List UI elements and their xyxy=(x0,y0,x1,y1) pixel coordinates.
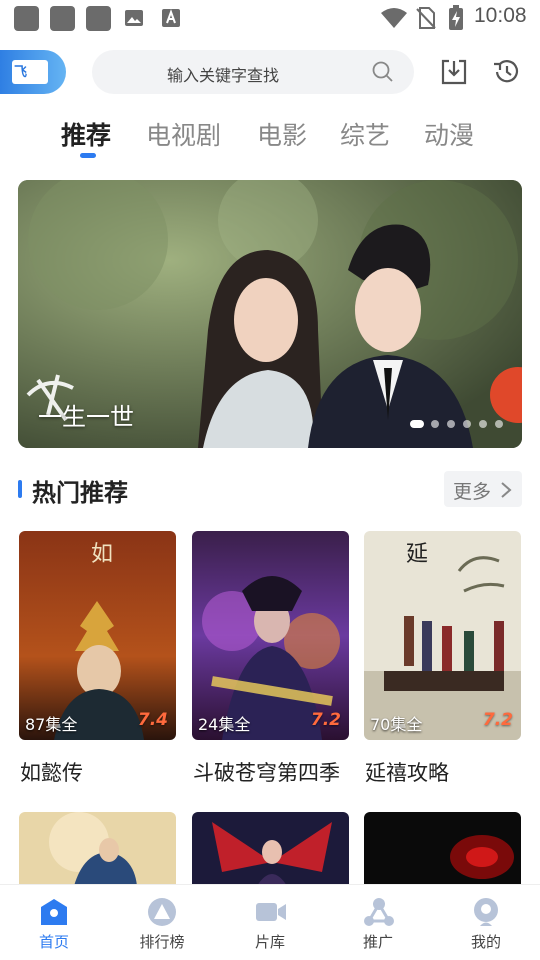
nav-home[interactable]: 首页 xyxy=(0,885,108,960)
logo-badge: 飞 xyxy=(12,60,48,84)
poster-image[interactable] xyxy=(19,812,176,886)
poster-image[interactable] xyxy=(192,812,349,886)
carousel-dot[interactable] xyxy=(410,420,424,428)
video-title: 延禧攻略 xyxy=(365,761,449,785)
rating-score: 7.4 xyxy=(137,710,168,730)
history-icon[interactable] xyxy=(491,58,521,86)
no-sim-icon xyxy=(416,7,436,29)
clock: 10:08 xyxy=(474,4,527,27)
nav-label: 首页 xyxy=(38,933,69,951)
episode-count: 87集全 xyxy=(25,715,78,734)
category-tabs: 推荐 电视剧 电影 综艺 动漫 xyxy=(0,116,540,160)
nav-label: 我的 xyxy=(470,933,501,951)
tab-recommend[interactable]: 推荐 xyxy=(61,116,111,152)
active-tab-indicator xyxy=(80,153,96,158)
svg-text:延: 延 xyxy=(406,542,428,567)
tab-variety[interactable]: 综艺 xyxy=(340,116,390,152)
banner-title: 一生一世 xyxy=(38,403,134,431)
nav-label: 片库 xyxy=(254,933,285,951)
section-title: 热门推荐 xyxy=(32,479,128,507)
tab-anime[interactable]: 动漫 xyxy=(424,116,474,152)
nav-profile[interactable]: 我的 xyxy=(432,885,540,960)
svg-text:如: 如 xyxy=(91,542,113,567)
notification-square-icon xyxy=(14,6,39,31)
carousel-dot[interactable] xyxy=(479,420,487,428)
poster-image: 延 xyxy=(364,531,521,740)
download-icon[interactable] xyxy=(440,58,468,86)
wifi-icon xyxy=(381,8,407,28)
carousel-dot[interactable] xyxy=(447,420,455,428)
episode-count: 70集全 xyxy=(370,715,423,734)
notification-square-icon xyxy=(50,6,75,31)
home-icon xyxy=(41,899,67,925)
nav-ranking[interactable]: 排行榜 xyxy=(108,885,216,960)
app-logo[interactable]: 飞 xyxy=(0,50,66,94)
tab-tv-series[interactable]: 电视剧 xyxy=(146,116,221,152)
profile-icon xyxy=(474,898,498,926)
share-icon xyxy=(364,898,394,926)
ranking-icon xyxy=(148,898,176,926)
video-title: 斗破苍穹第四季 xyxy=(193,761,340,785)
section-accent-bar xyxy=(18,480,22,498)
notification-square-icon xyxy=(86,6,111,31)
episode-count: 24集全 xyxy=(198,715,251,734)
search-placeholder: 输入关键字查找 xyxy=(167,66,280,85)
rating-score: 7.2 xyxy=(482,710,513,730)
nav-library[interactable]: 片库 xyxy=(216,885,324,960)
poster-image: 如 xyxy=(19,531,176,740)
nav-label: 排行榜 xyxy=(139,933,185,951)
more-label: 更多 xyxy=(453,481,492,503)
image-icon xyxy=(125,10,143,26)
tab-movies[interactable]: 电影 xyxy=(257,116,307,152)
video-title: 如懿传 xyxy=(20,761,83,785)
search-bar[interactable]: 输入关键字查找 xyxy=(92,50,414,94)
poster-image[interactable] xyxy=(364,812,521,886)
font-a-icon xyxy=(162,9,180,27)
more-button[interactable]: 更多 xyxy=(444,471,522,507)
nav-promote[interactable]: 推广 xyxy=(324,885,432,960)
bottom-navigation: 首页 排行榜 片库 推广 我的 xyxy=(0,884,540,960)
status-bar: 10:08 xyxy=(0,0,540,36)
carousel-dot[interactable] xyxy=(431,420,439,428)
video-camera-icon xyxy=(256,903,286,921)
poster-image xyxy=(192,531,349,740)
rating-score: 7.2 xyxy=(310,710,341,730)
carousel-dot[interactable] xyxy=(495,420,503,428)
battery-charging-icon xyxy=(449,5,463,30)
logo-text: 飞 xyxy=(14,65,28,80)
chevron-right-icon xyxy=(501,482,512,498)
nav-label: 推广 xyxy=(362,933,393,951)
carousel-dot[interactable] xyxy=(463,420,471,428)
search-icon[interactable] xyxy=(372,61,394,83)
